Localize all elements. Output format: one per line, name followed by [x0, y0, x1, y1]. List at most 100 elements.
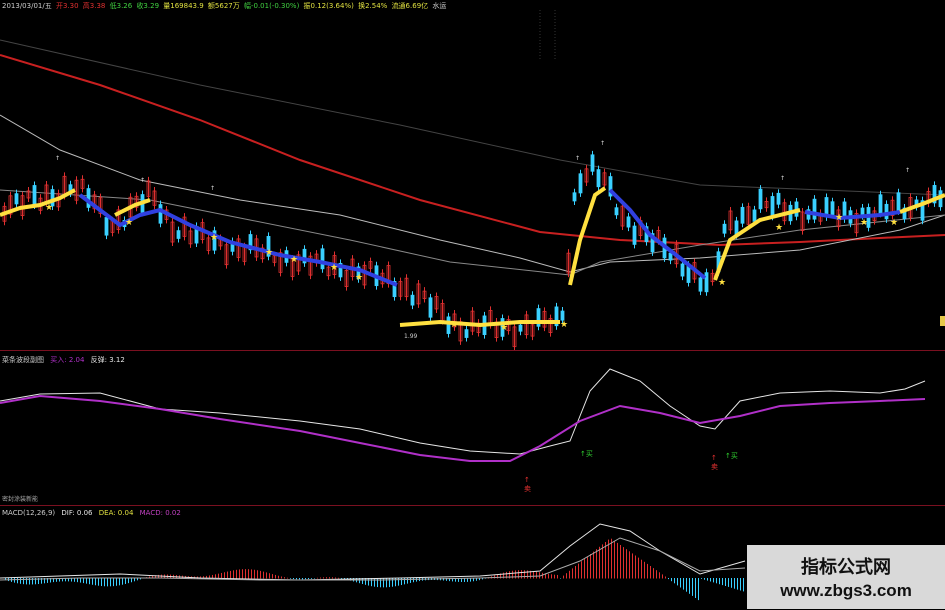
- candle-body: [878, 194, 883, 214]
- candle-body: [896, 192, 901, 212]
- macd-histogram-bar: [587, 556, 588, 579]
- lower-pane-title: 密封涂装新能: [2, 496, 39, 503]
- price-chart-pane[interactable]: ★ ★ ★ ★ ★ ★ ★ ★ ★ ★ ★ ★ ★ ★ ★ ↑ ↑ ↑ ↑ ↑ ↑ ↑ 2013/03/01/五 开3.3…: [0, 0, 945, 350]
- macd-histogram-bar: [14, 578, 15, 583]
- macd-histogram-bar: [602, 544, 603, 579]
- macd-histogram-bar: [269, 573, 270, 579]
- macd-histogram-bar: [668, 578, 669, 580]
- sell-signal-1: ↑ 卖: [524, 476, 531, 493]
- macd-histogram-bar: [224, 572, 225, 579]
- candle-body: [722, 223, 727, 234]
- macd-histogram-bar: [335, 577, 336, 579]
- macd-histogram-bar: [578, 563, 579, 579]
- macd-histogram-bar: [233, 570, 234, 579]
- macd-histogram-bar: [674, 578, 675, 584]
- macd-histogram-bar: [407, 578, 408, 584]
- indicator-pane[interactable]: 菜条波段副图 买入: 2.04 反弹: 3.12 ↑ 卖 ↑买 ↑ 卖 ↑买 密封涂…: [0, 350, 945, 506]
- macd-histogram-bar: [245, 569, 246, 579]
- signal-band: [0, 188, 76, 217]
- macd-histogram-bar: [125, 578, 126, 584]
- candle-body: [632, 225, 637, 245]
- macd-histogram-bar: [278, 575, 279, 579]
- macd-histogram-bar: [332, 577, 333, 579]
- peak-marker: ↑: [575, 155, 580, 162]
- quote-industry: 水运: [432, 2, 447, 10]
- indicator-purple-line: [0, 394, 926, 462]
- macd-histogram-bar: [20, 578, 21, 584]
- macd-histogram-bar: [644, 561, 645, 579]
- candle-body: [698, 277, 703, 292]
- candle-body: [758, 188, 763, 210]
- macd-histogram-bar: [317, 577, 318, 579]
- candle-body: [320, 248, 325, 270]
- macd-histogram-bar: [131, 578, 132, 583]
- candle-body: [704, 272, 709, 293]
- macd-histogram-bar: [404, 578, 405, 585]
- star-marker: ★: [45, 203, 53, 213]
- indicator-bounce: 反弹: 3.12: [90, 356, 125, 364]
- macd-histogram-bar: [92, 578, 93, 585]
- sell-signal-1-label: 卖: [524, 485, 531, 493]
- macd-histogram-bar: [329, 577, 330, 579]
- macd-histogram-bar: [89, 578, 90, 585]
- star-marker: ★: [355, 273, 363, 283]
- star-marker: ★: [450, 320, 458, 330]
- macd-dea: DEA: 0.04: [98, 509, 134, 517]
- candle-body: [518, 324, 523, 332]
- macd-histogram-bar: [263, 571, 264, 579]
- macd-histogram-bar: [287, 577, 288, 579]
- macd-histogram-bar: [116, 578, 117, 586]
- macd-histogram-bar: [266, 572, 267, 579]
- macd-histogram-bar: [614, 540, 615, 579]
- peak-marker: ↑: [600, 140, 605, 147]
- macd-histogram-bar: [617, 542, 618, 579]
- macd-histogram-bar: [695, 578, 696, 598]
- macd-histogram-bar: [566, 573, 567, 579]
- macd-histogram-bar: [740, 578, 741, 591]
- macd-histogram-bar: [713, 578, 714, 583]
- quote-turnover: 换2.54%: [358, 2, 388, 10]
- macd-histogram-bar: [260, 570, 261, 579]
- macd-histogram-bar: [77, 578, 78, 583]
- macd-histogram-bar: [323, 577, 324, 579]
- quote-change: 幅-0.01(-0.30%): [243, 2, 300, 10]
- indicator-chart[interactable]: [0, 351, 945, 506]
- macd-histogram-bar: [383, 578, 384, 588]
- candle-body: [752, 209, 757, 222]
- macd-histogram-bar: [677, 578, 678, 586]
- candle-body: [104, 217, 109, 236]
- macd-histogram-bar: [710, 578, 711, 582]
- macd-histogram-bar: [107, 578, 108, 587]
- macd-dea-line: [0, 537, 746, 581]
- macd-histogram-bar: [290, 578, 291, 579]
- buy-signal-1: ↑买: [580, 450, 593, 458]
- candle-body: [626, 216, 631, 228]
- macd-histogram-bar: [728, 578, 729, 587]
- macd-histogram-bar: [218, 573, 219, 579]
- macd-histogram-bar: [731, 578, 732, 588]
- macd-histogram-bar: [590, 554, 591, 579]
- macd-histogram-bar: [524, 570, 525, 579]
- price-chart[interactable]: ★ ★ ★ ★ ★ ★ ★ ★ ★ ★ ★ ★ ★ ★ ★ ↑ ↑ ↑ ↑ ↑ ↑ ↑: [0, 0, 945, 350]
- macd-histogram-bar: [377, 578, 378, 588]
- candle-body: [680, 263, 685, 277]
- macd-histogram-bar: [113, 578, 114, 587]
- macd-histogram-bar: [611, 538, 612, 579]
- quote-amount: 额5627万: [207, 2, 240, 10]
- macd-histogram-bar: [248, 569, 249, 579]
- macd-histogram-bar: [620, 545, 621, 579]
- quote-info-bar: 2013/03/01/五 开3.30 高3.38 低3.26 收3.29 量16…: [2, 1, 448, 11]
- macd-value: MACD: 0.02: [139, 509, 181, 517]
- low-price-label: 1.99: [404, 333, 418, 340]
- ma-gray-line: [0, 114, 945, 273]
- macd-histogram-bar: [380, 578, 381, 588]
- macd-histogram-bar: [707, 578, 708, 581]
- candle-body: [830, 201, 835, 215]
- star-marker: ★: [560, 320, 568, 330]
- macd-histogram-bar: [101, 578, 102, 587]
- macd-histogram-bar: [650, 566, 651, 579]
- macd-histogram-bar: [680, 578, 681, 588]
- macd-histogram-bar: [692, 578, 693, 596]
- scroll-handle[interactable]: [940, 316, 945, 326]
- macd-histogram-bar: [641, 559, 642, 579]
